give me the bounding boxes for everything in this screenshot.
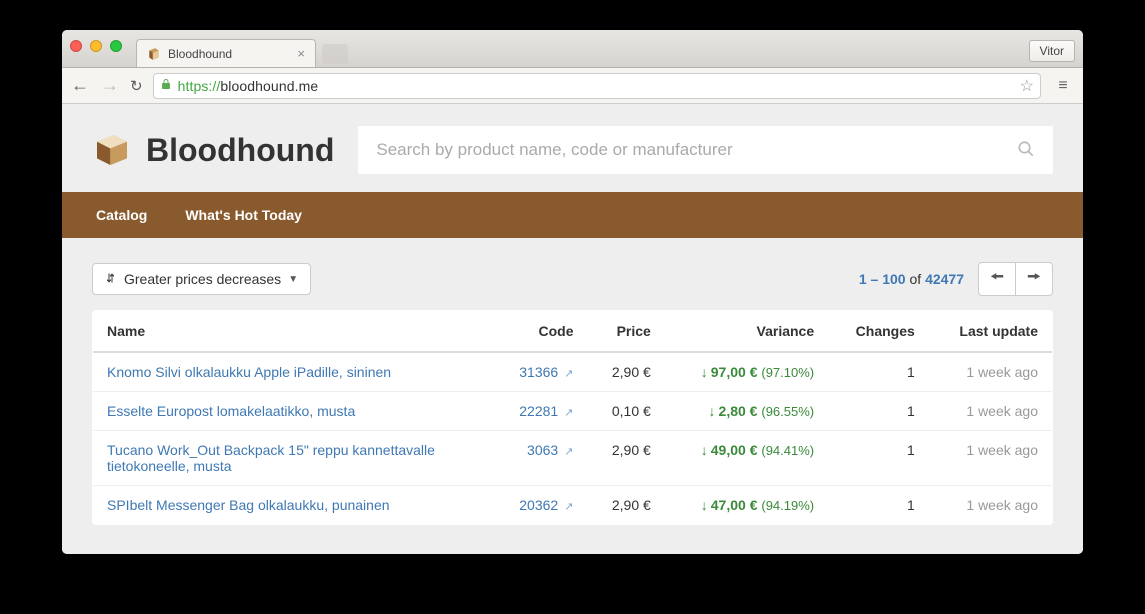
th-last-update[interactable]: Last update: [929, 311, 1053, 353]
tab-close-button[interactable]: ×: [297, 46, 305, 61]
variance-cell: ↓49,00 € (94.41%): [665, 431, 828, 486]
forward-button[interactable]: →: [100, 75, 120, 96]
pager: 🠘 🠚: [978, 262, 1053, 296]
product-link[interactable]: Knomo Silvi olkalaukku Apple iPadille, s…: [107, 364, 391, 380]
window-close-button[interactable]: [70, 40, 82, 52]
nav-item-catalog[interactable]: Catalog: [92, 192, 151, 238]
external-link-icon: ↗: [561, 501, 573, 513]
last-update-cell: 1 week ago: [929, 486, 1053, 525]
pagination-total: 42477: [925, 271, 964, 287]
product-link[interactable]: Tucano Work_Out Backpack 15" reppu kanne…: [107, 442, 435, 474]
table-row: SPIbelt Messenger Bag olkalaukku, punain…: [93, 486, 1053, 525]
price-cell: 2,90 €: [587, 352, 664, 392]
browser-toolbar: ← → ↻ https://bloodhound.me ☆ ≡: [62, 68, 1083, 104]
browser-tab[interactable]: Bloodhound ×: [136, 39, 316, 67]
changes-cell: 1: [828, 352, 929, 392]
price-cell: 2,90 €: [587, 431, 664, 486]
pagination-range: 1 – 100: [859, 271, 906, 287]
variance-cell: ↓97,00 € (97.10%): [665, 352, 828, 392]
browser-window: Bloodhound × Vitor ← → ↻ https://bloodho…: [62, 30, 1083, 554]
caret-down-icon: ▼: [288, 274, 298, 285]
lock-icon: [160, 78, 172, 93]
window-maximize-button[interactable]: [110, 40, 122, 52]
bookmark-icon[interactable]: ☆: [1020, 76, 1034, 96]
code-link[interactable]: 20362 ↗: [519, 497, 573, 513]
url-text: https://bloodhound.me: [178, 78, 319, 94]
arrow-down-icon: ↓: [701, 497, 708, 513]
price-cell: 2,90 €: [587, 486, 664, 525]
tab-title: Bloodhound: [168, 47, 290, 61]
last-update-cell: 1 week ago: [929, 352, 1053, 392]
arrow-down-icon: ↓: [701, 364, 708, 380]
titlebar: Bloodhound × Vitor: [62, 30, 1083, 68]
th-name[interactable]: Name: [93, 311, 493, 353]
code-link[interactable]: 31366 ↗: [519, 364, 573, 380]
variance-cell: ↓47,00 € (94.19%): [665, 486, 828, 525]
table-row: Knomo Silvi olkalaukku Apple iPadille, s…: [93, 352, 1053, 392]
last-update-cell: 1 week ago: [929, 431, 1053, 486]
external-link-icon: ↗: [561, 368, 573, 380]
code-link[interactable]: 3063 ↗: [527, 442, 573, 458]
pagination-summary: 1 – 100 of 42477: [859, 271, 964, 287]
product-link[interactable]: SPIbelt Messenger Bag olkalaukku, punain…: [107, 497, 390, 513]
main-nav: Catalog What's Hot Today: [62, 192, 1083, 238]
new-tab-button[interactable]: [322, 44, 348, 64]
search-icon[interactable]: [1017, 140, 1035, 161]
brand[interactable]: Bloodhound: [92, 130, 334, 170]
traffic-lights: [70, 40, 122, 52]
products-table: Name Code Price Variance Changes Last up…: [92, 310, 1053, 525]
back-button[interactable]: ←: [70, 75, 90, 96]
sort-label: Greater prices decreases: [124, 271, 281, 287]
arrow-down-icon: ↓: [701, 442, 708, 458]
favicon-icon: [147, 47, 161, 61]
price-cell: 0,10 €: [587, 392, 664, 431]
pagination-of: of: [909, 271, 921, 287]
product-link[interactable]: Esselte Europost lomakelaatikko, musta: [107, 403, 355, 419]
last-update-cell: 1 week ago: [929, 392, 1053, 431]
table-row: Tucano Work_Out Backpack 15" reppu kanne…: [93, 431, 1053, 486]
changes-cell: 1: [828, 486, 929, 525]
pager-prev-button[interactable]: 🠘: [978, 262, 1016, 296]
window-minimize-button[interactable]: [90, 40, 102, 52]
controls-row: Greater prices decreases ▼ 1 – 100 of 42…: [92, 262, 1053, 296]
page-header: Bloodhound: [92, 126, 1053, 174]
table-row: Esselte Europost lomakelaatikko, musta 22…: [93, 392, 1053, 431]
pager-next-button[interactable]: 🠚: [1015, 262, 1053, 296]
url-host: bloodhound.me: [220, 78, 318, 94]
url-protocol: https://: [178, 78, 221, 94]
address-bar[interactable]: https://bloodhound.me ☆: [153, 73, 1041, 99]
th-code[interactable]: Code: [493, 311, 588, 353]
changes-cell: 1: [828, 431, 929, 486]
variance-cell: ↓2,80 € (96.55%): [665, 392, 828, 431]
search-box: [358, 126, 1053, 174]
profile-label: Vitor: [1040, 44, 1064, 58]
th-price[interactable]: Price: [587, 311, 664, 353]
external-link-icon: ↗: [561, 446, 573, 458]
sort-dropdown[interactable]: Greater prices decreases ▼: [92, 263, 311, 295]
th-changes[interactable]: Changes: [828, 311, 929, 353]
hamburger-menu-button[interactable]: ≡: [1051, 77, 1075, 95]
external-link-icon: ↗: [561, 407, 573, 419]
brand-logo-icon: [92, 130, 132, 170]
nav-item-hot[interactable]: What's Hot Today: [181, 192, 306, 238]
reload-button[interactable]: ↻: [130, 77, 143, 95]
search-input[interactable]: [376, 140, 1017, 160]
page-content: Bloodhound Catalog What's Hot Today: [62, 104, 1083, 554]
arrow-down-icon: ↓: [709, 403, 716, 419]
profile-button[interactable]: Vitor: [1029, 40, 1075, 62]
sort-icon: [105, 271, 117, 287]
th-variance[interactable]: Variance: [665, 311, 828, 353]
changes-cell: 1: [828, 392, 929, 431]
code-link[interactable]: 22281 ↗: [519, 403, 573, 419]
brand-name: Bloodhound: [146, 132, 334, 169]
